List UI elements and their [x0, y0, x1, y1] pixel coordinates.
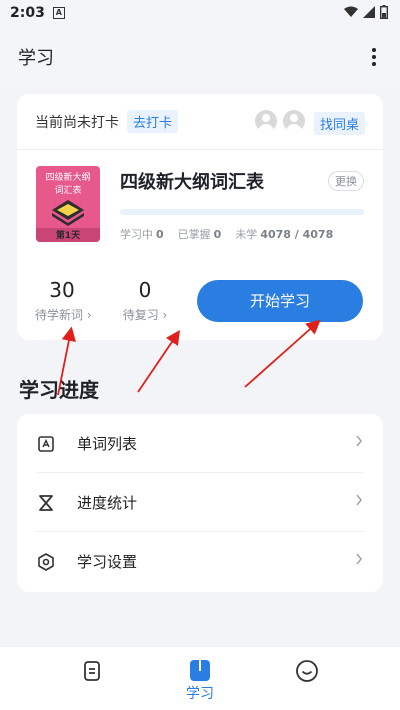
nav-item-profile[interactable] — [262, 647, 352, 710]
hourglass-icon — [37, 494, 55, 512]
more-options-icon[interactable] — [370, 48, 378, 68]
annotation-arrow — [137, 330, 181, 393]
note-icon — [84, 661, 100, 681]
menu-item-label: 学习设置 — [77, 553, 138, 571]
section-title: 学习进度 — [19, 378, 99, 402]
book-progress-bar — [120, 209, 364, 215]
start-learning-button[interactable]: 开始学习 — [197, 280, 363, 322]
cover-line-1: 四级新大纲 — [45, 173, 91, 183]
word-list-icon — [37, 435, 55, 453]
stat-learning-value: 0 — [156, 228, 164, 241]
change-book-button[interactable]: 更换 — [328, 171, 364, 191]
review-counter[interactable]: 0 待复习 › — [117, 278, 173, 323]
battery-icon — [380, 5, 388, 19]
nav-item-notes[interactable] — [47, 647, 137, 710]
checkin-button[interactable]: 去打卡 — [127, 110, 179, 133]
review-count: 0 — [138, 278, 152, 302]
stat-unlearned: 未学 4078 / 4078 — [235, 226, 333, 242]
partner-avatars — [255, 110, 305, 132]
checkin-status: 当前尚未打卡 — [35, 114, 119, 131]
stat-learning: 学习中 0 — [120, 226, 164, 242]
new-words-label: 待学新词 › — [35, 308, 92, 322]
cover-line-2: 词汇表 — [54, 186, 82, 196]
settings-hexagon-icon — [37, 552, 55, 571]
stat-mastered-label: 已掌握 — [177, 228, 211, 241]
status-right — [344, 5, 388, 19]
book-stats: 学习中 0 已掌握 0 未学 4078 / 4078 — [120, 226, 333, 242]
new-words-count: 30 — [49, 278, 75, 302]
stat-unlearned-value: 4078 / 4078 — [260, 228, 334, 241]
menu-item-progress-stats[interactable]: 进度统计 — [17, 473, 383, 532]
notification-a-icon: A — [52, 7, 65, 19]
signal-icon — [363, 6, 375, 18]
book-cover[interactable]: 四级新大纲 词汇表 第1天 — [36, 166, 100, 242]
avatar — [255, 110, 277, 132]
menu-item-label: 单词列表 — [77, 435, 138, 453]
smile-icon — [296, 660, 318, 682]
nav-label-study: 学习 — [186, 686, 214, 702]
study-card: 当前尚未打卡 去打卡 找同桌 四级新大纲 词汇表 第1天 四级新大纲词汇表 更换… — [17, 94, 383, 340]
wifi-icon — [344, 6, 358, 17]
bottom-nav: 学习 — [0, 646, 400, 710]
progress-menu: 单词列表 进度统计 学习设置 — [17, 414, 383, 592]
stat-learning-label: 学习中 — [120, 228, 153, 241]
menu-item-study-settings[interactable]: 学习设置 — [17, 532, 383, 591]
stat-unlearned-label: 未学 — [235, 228, 258, 241]
avatar — [283, 110, 305, 132]
nav-item-study[interactable]: 学习 — [155, 647, 245, 710]
cover-diamond-graphic — [52, 200, 84, 226]
stat-mastered: 已掌握 0 — [178, 226, 222, 242]
app-header: 学习 — [0, 26, 400, 88]
chevron-right-icon — [356, 435, 362, 447]
new-words-counter[interactable]: 30 待学新词 › — [35, 278, 92, 323]
page-title: 学习 — [18, 48, 54, 69]
menu-item-label: 进度统计 — [77, 494, 138, 512]
stat-mastered-value: 0 — [213, 228, 222, 241]
find-partner-button[interactable]: 找同桌 — [313, 112, 365, 135]
chevron-right-icon — [356, 494, 362, 506]
checkin-row: 当前尚未打卡 去打卡 找同桌 — [17, 94, 383, 150]
book-title: 四级新大纲词汇表 — [120, 172, 264, 193]
review-label: 待复习 › — [122, 308, 168, 322]
book-icon — [190, 660, 210, 681]
menu-item-word-list[interactable]: 单词列表 — [17, 414, 383, 473]
chevron-right-icon — [356, 553, 362, 565]
cover-title: 四级新大纲 词汇表 — [36, 172, 100, 198]
status-time: 2:03 — [10, 5, 45, 21]
status-bar: 2:03 A — [0, 0, 400, 26]
cover-day: 第1天 — [55, 231, 81, 241]
